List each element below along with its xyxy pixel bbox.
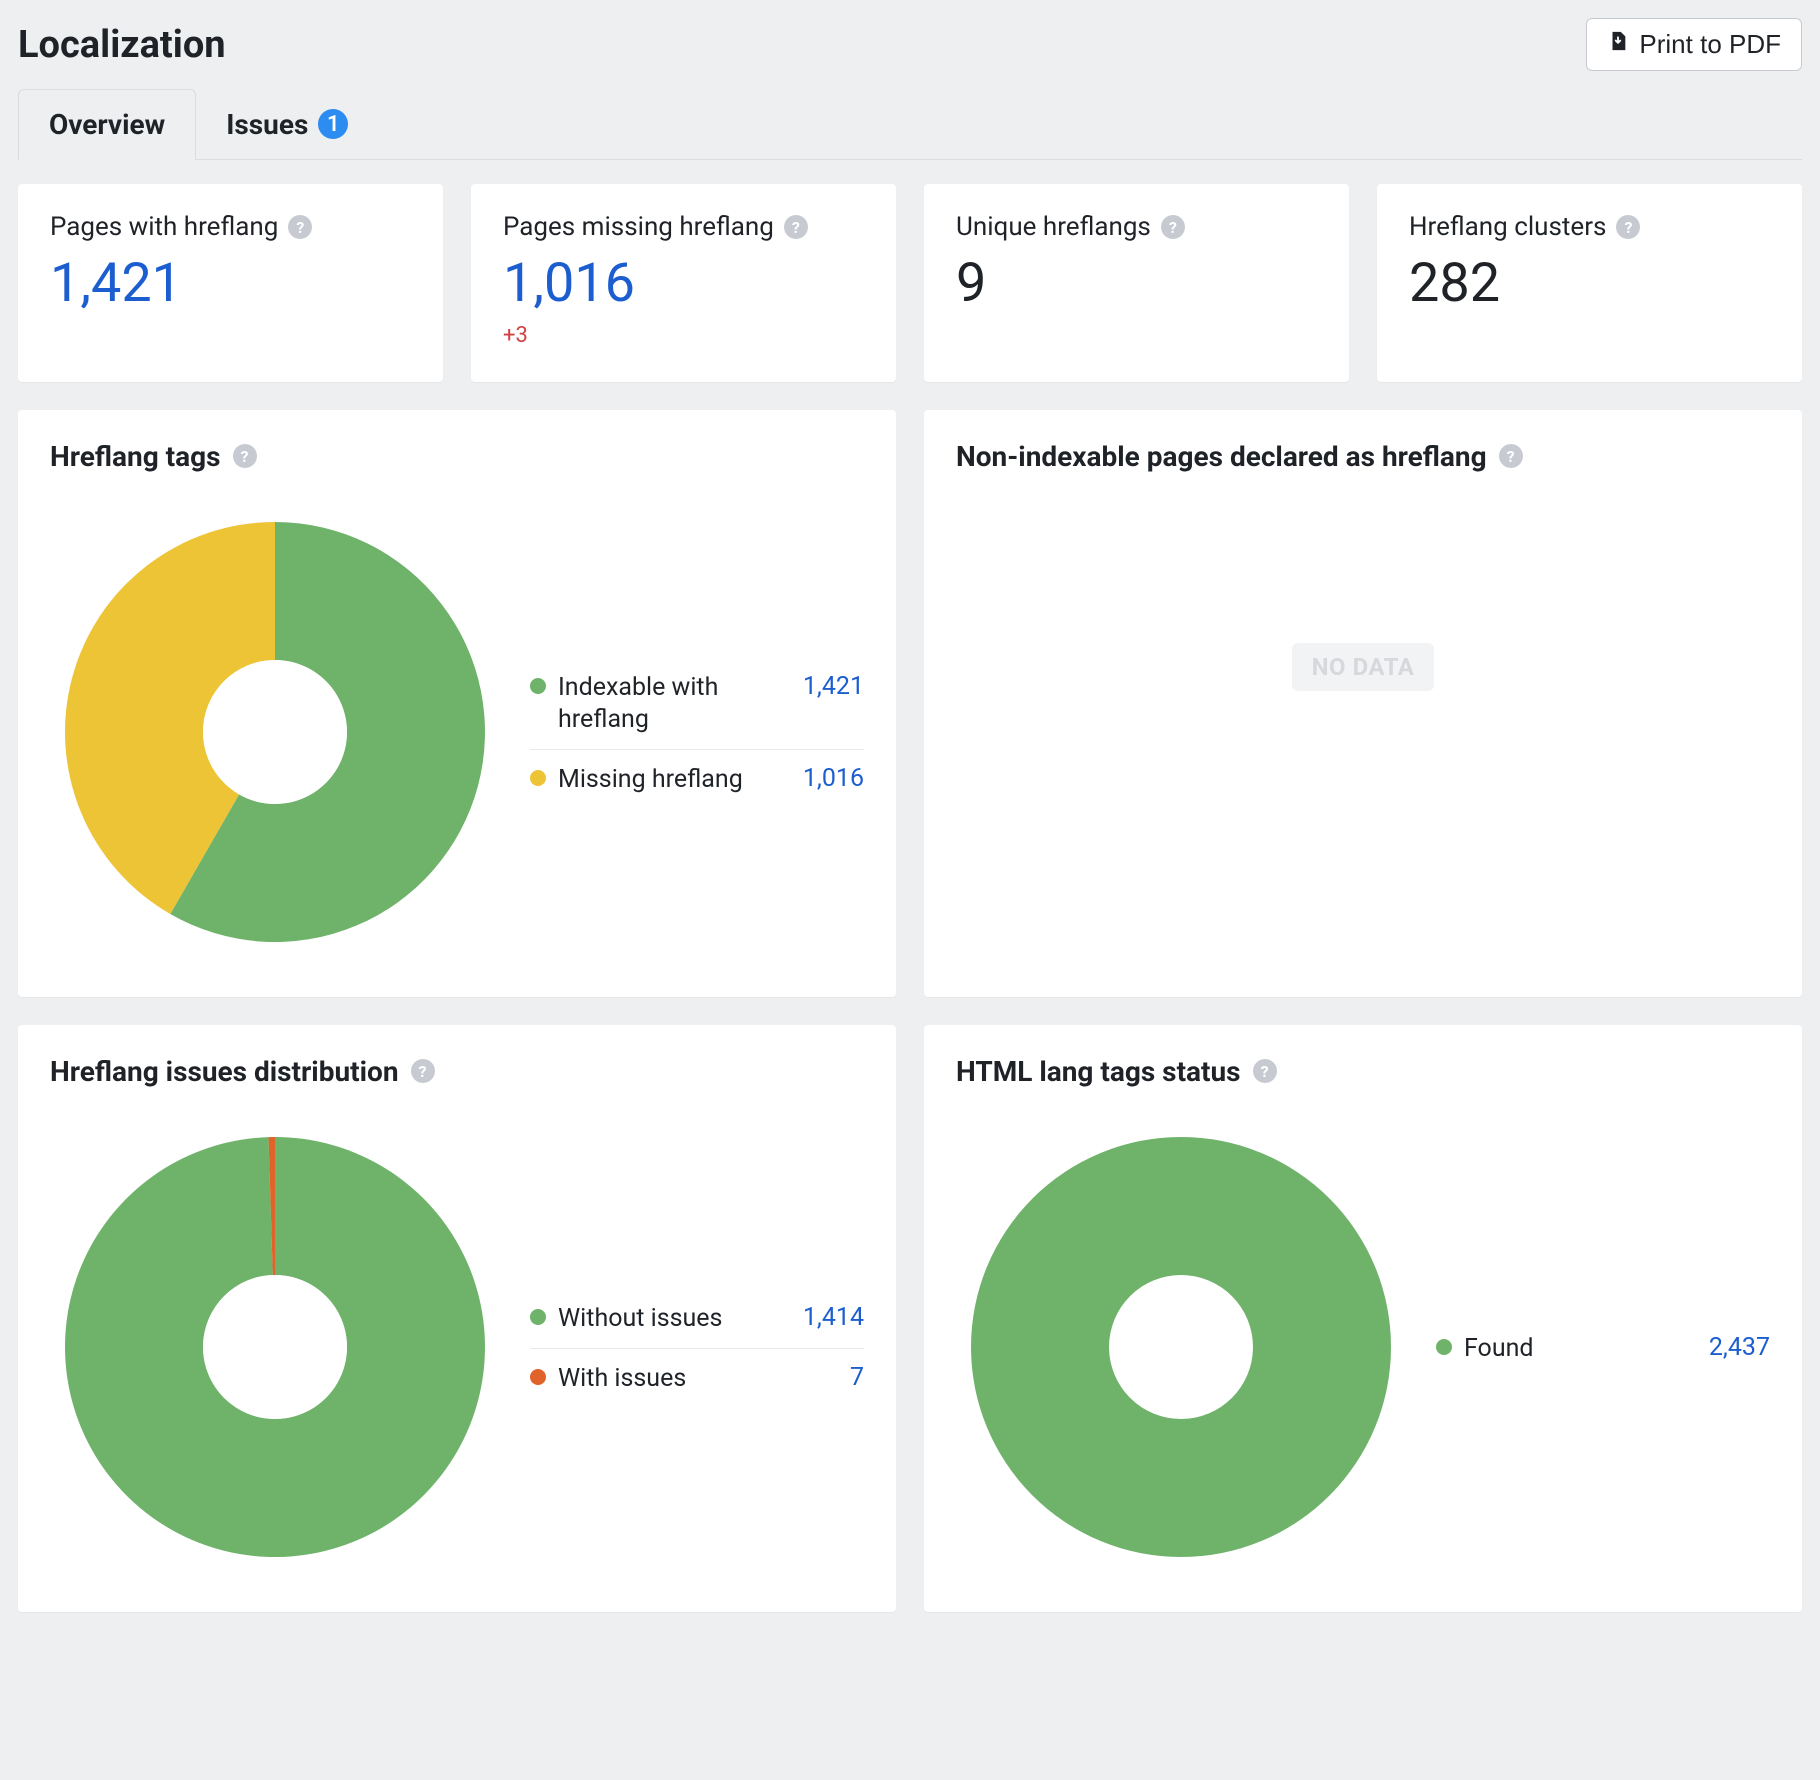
chart-non-indexable: Non-indexable pages declared as hreflang… (924, 410, 1802, 997)
stat-unique-hreflangs: Unique hreflangs ? 9 (924, 184, 1349, 382)
help-icon[interactable]: ? (1161, 215, 1185, 239)
help-icon[interactable]: ? (1253, 1059, 1277, 1083)
stat-value: 9 (956, 256, 1317, 313)
help-icon[interactable]: ? (1499, 444, 1523, 468)
stat-hreflang-clusters: Hreflang clusters ? 282 (1377, 184, 1802, 382)
legend-label: Missing hreflang (558, 764, 743, 795)
legend-label: Found (1464, 1333, 1534, 1364)
legend-item: Missing hreflang 1,016 (530, 750, 864, 809)
tab-issues[interactable]: Issues 1 (196, 89, 378, 159)
swatch-icon (1436, 1339, 1452, 1355)
stat-pages-with-hreflang: Pages with hreflang ? 1,421 (18, 184, 443, 382)
chart-hreflang-tags: Hreflang tags ? Indexable with hreflang … (18, 410, 896, 997)
legend-label: Indexable with hreflang (558, 672, 770, 735)
legend: Indexable with hreflang 1,421 Missing hr… (530, 658, 864, 809)
stat-label: Hreflang clusters (1409, 212, 1606, 242)
legend-value[interactable]: 1,414 (803, 1303, 864, 1332)
legend-value[interactable]: 2,437 (1709, 1333, 1770, 1362)
legend-label: With issues (558, 1363, 686, 1394)
swatch-icon (530, 1369, 546, 1385)
swatch-icon (530, 1309, 546, 1325)
chart-title-label: Hreflang issues distribution (50, 1055, 399, 1088)
legend-item: Found 2,437 (1436, 1319, 1770, 1378)
legend-item: With issues 7 (530, 1349, 864, 1408)
donut-chart (956, 1122, 1406, 1576)
donut-chart (50, 1122, 500, 1576)
stat-label: Unique hreflangs (956, 212, 1151, 242)
tab-overview-label: Overview (49, 108, 165, 141)
stat-value: 282 (1409, 256, 1770, 313)
legend-value[interactable]: 7 (850, 1363, 864, 1392)
stat-value[interactable]: 1,421 (50, 256, 411, 313)
download-icon (1607, 29, 1629, 60)
legend-value[interactable]: 1,421 (803, 672, 864, 701)
stat-label: Pages missing hreflang (503, 212, 774, 242)
legend-value[interactable]: 1,016 (803, 764, 864, 793)
issues-count-badge: 1 (318, 109, 348, 139)
legend-label: Without issues (558, 1303, 722, 1334)
legend-item: Without issues 1,414 (530, 1289, 864, 1349)
chart-issues-distribution: Hreflang issues distribution ? Without i… (18, 1025, 896, 1612)
legend: Without issues 1,414 With issues 7 (530, 1289, 864, 1409)
swatch-icon (530, 678, 546, 694)
help-icon[interactable]: ? (1616, 215, 1640, 239)
page-title: Localization (18, 23, 226, 67)
stat-label: Pages with hreflang (50, 212, 278, 242)
legend: Found 2,437 (1436, 1319, 1770, 1378)
legend-item: Indexable with hreflang 1,421 (530, 658, 864, 750)
tabs: Overview Issues 1 (18, 89, 1802, 160)
help-icon[interactable]: ? (233, 444, 257, 468)
chart-title-label: Hreflang tags (50, 440, 221, 473)
stat-pages-missing-hreflang: Pages missing hreflang ? 1,016 +3 (471, 184, 896, 382)
help-icon[interactable]: ? (784, 215, 808, 239)
donut-chart (50, 507, 500, 961)
chart-html-lang: HTML lang tags status ? Found 2,437 (924, 1025, 1802, 1612)
help-icon[interactable]: ? (288, 215, 312, 239)
print-to-pdf-button[interactable]: Print to PDF (1586, 18, 1802, 71)
tab-issues-label: Issues (226, 108, 308, 141)
stat-value[interactable]: 1,016 (503, 256, 864, 313)
help-icon[interactable]: ? (411, 1059, 435, 1083)
chart-title-label: Non-indexable pages declared as hreflang (956, 440, 1487, 473)
no-data-badge: NO DATA (1292, 643, 1435, 691)
stats-row: Pages with hreflang ? 1,421 Pages missin… (18, 184, 1802, 382)
tab-overview[interactable]: Overview (18, 89, 196, 160)
swatch-icon (530, 770, 546, 786)
chart-title-label: HTML lang tags status (956, 1055, 1241, 1088)
stat-delta: +3 (503, 323, 864, 348)
print-to-pdf-label: Print to PDF (1639, 29, 1781, 60)
